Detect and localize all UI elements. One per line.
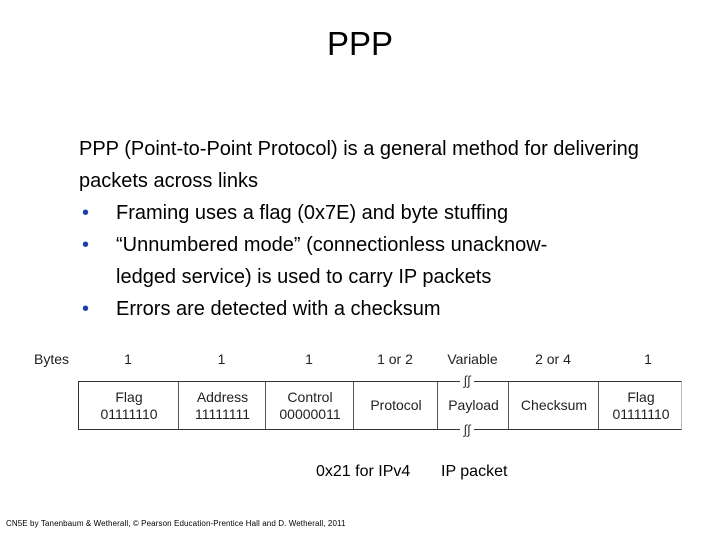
break-mark-icon: ∫∫ (460, 374, 474, 387)
field-size: 1 (124, 351, 132, 367)
protocol-note: 0x21 for IPv4 (316, 463, 411, 480)
break-mark-icon: ∫∫ (460, 423, 474, 436)
field-payload: Payload (437, 382, 509, 429)
field-flag-end: Flag 01111110 (598, 382, 683, 429)
field-protocol: Protocol (353, 382, 438, 429)
field-size: 1 (217, 351, 226, 367)
field-size: 1 (305, 351, 313, 367)
field-flag-start: Flag 01111110 (100, 388, 158, 422)
frame-box: Flag 01111110 Address 11111111 Control 0… (78, 381, 682, 430)
copyright-footer: CN5E by Tanenbaum & Wetherall, © Pearson… (6, 519, 346, 528)
ppp-frame-diagram: Bytes 1 1 1 1 or 2 Variable 2 or 4 1 Fla… (0, 0, 720, 540)
field-address: Address 11111111 (178, 382, 266, 429)
field-checksum: Checksum (508, 382, 599, 429)
payload-note: IP packet (441, 463, 508, 480)
field-size: 1 (644, 351, 652, 367)
field-size: Variable (447, 351, 498, 367)
field-control: Control 00000011 (265, 382, 354, 429)
field-size: 2 or 4 (535, 351, 571, 367)
bytes-label: Bytes (34, 351, 70, 367)
